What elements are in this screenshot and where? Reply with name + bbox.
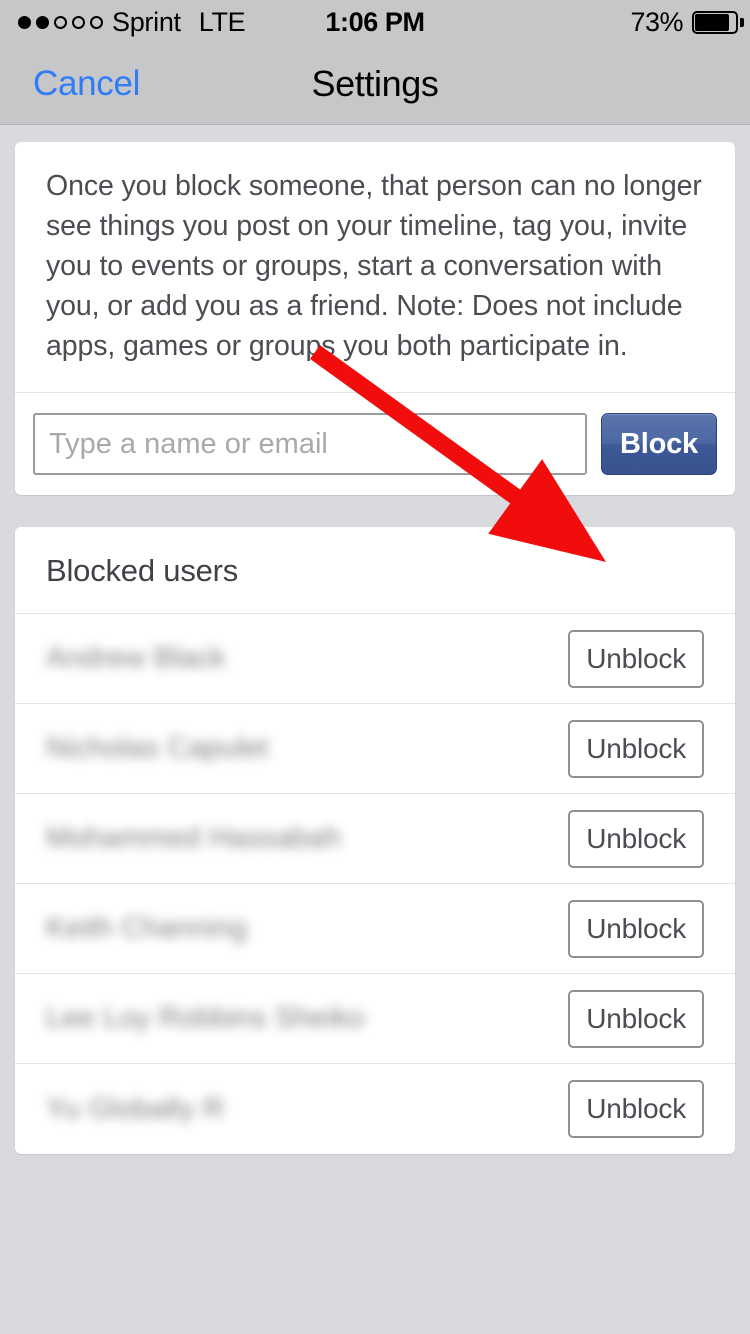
table-row: Nicholas Capulet Unblock	[15, 704, 735, 794]
blocked-users-header: Blocked users	[15, 527, 735, 614]
table-row: Lee Loy Robbins Sheiko Unblock	[15, 974, 735, 1064]
unblock-button-row-1[interactable]: Unblock	[568, 719, 704, 778]
battery-percent-label: 73%	[630, 6, 683, 37]
unblock-button-row-2[interactable]: Unblock	[568, 809, 704, 868]
blocked-user-name: Mohammed Hassabah	[46, 822, 342, 854]
blocked-users-card: Blocked users Andrew Black Unblock Nicho…	[15, 527, 735, 1154]
battery-fill	[695, 13, 729, 31]
battery-nub	[740, 17, 744, 27]
blocked-user-name: Keith Channing	[46, 912, 248, 944]
table-row: Yu Globally R Unblock	[15, 1064, 735, 1154]
block-name-or-email-input[interactable]	[33, 413, 588, 475]
blocked-user-name: Andrew Black	[46, 642, 226, 674]
blocked-user-name: Nicholas Capulet	[46, 732, 269, 764]
table-row: Andrew Black Unblock	[15, 614, 735, 704]
unblock-button-row-0[interactable]: Unblock	[568, 629, 704, 688]
blocked-user-name: Lee Loy Robbins Sheiko	[46, 1002, 365, 1034]
block-form: Block	[15, 393, 735, 495]
status-bar: Sprint LTE 1:06 PM 73%	[0, 0, 750, 44]
block-button[interactable]: Block	[601, 413, 717, 475]
table-row: Mohammed Hassabah Unblock	[15, 794, 735, 884]
phone-screen: Sprint LTE 1:06 PM 73% Cancel Settings O…	[0, 0, 750, 1334]
unblock-button-row-3[interactable]: Unblock	[568, 899, 704, 958]
blocking-description: Once you block someone, that person can …	[15, 142, 735, 393]
unblock-button-row-4[interactable]: Unblock	[568, 989, 704, 1048]
battery-icon	[692, 10, 744, 34]
page-title: Settings	[311, 63, 439, 104]
nav-bar: Cancel Settings	[0, 44, 750, 125]
blocked-user-name: Yu Globally R	[46, 1092, 225, 1125]
block-someone-card: Once you block someone, that person can …	[15, 142, 735, 495]
status-bar-right: 73%	[630, 0, 744, 44]
table-row: Keith Channing Unblock	[15, 884, 735, 974]
page-content: Once you block someone, that person can …	[0, 125, 750, 1154]
unblock-button-row-5[interactable]: Unblock	[568, 1080, 704, 1138]
